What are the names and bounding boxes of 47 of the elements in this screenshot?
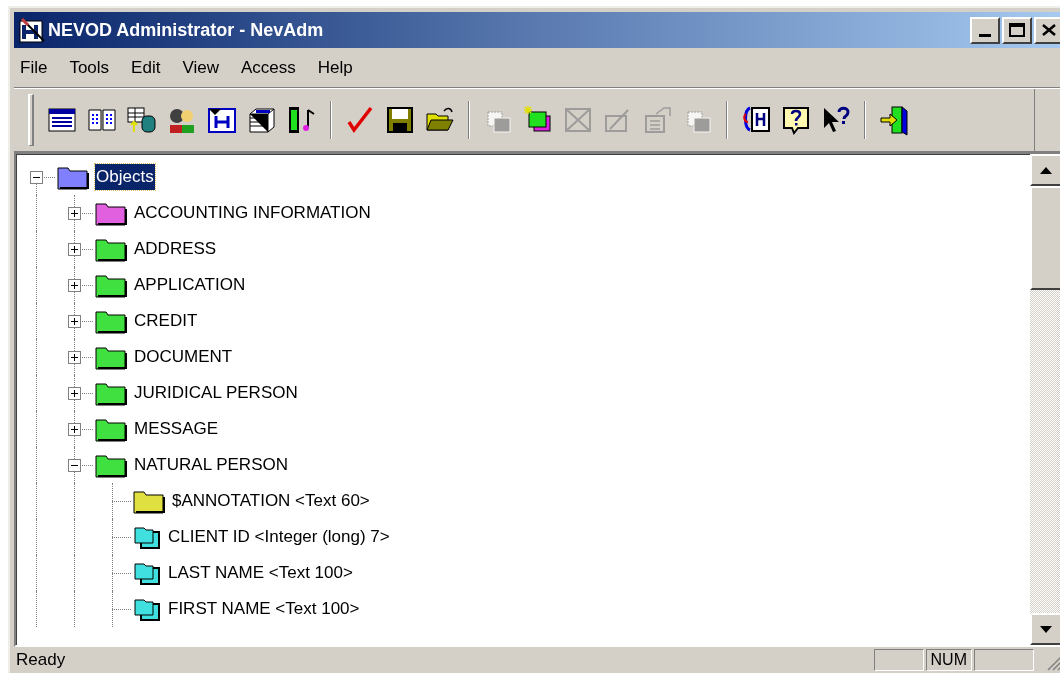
tree-item[interactable]: $ANNOTATION <Text 60>	[171, 488, 371, 514]
menu-item[interactable]: Access	[240, 54, 296, 81]
scrollbar[interactable]	[1030, 154, 1060, 645]
tree-item[interactable]: LAST NAME <Text 100>	[167, 560, 354, 586]
tree-item[interactable]: FIRST NAME <Text 100>	[167, 596, 361, 622]
minimize-icon	[979, 33, 991, 37]
menu-item[interactable]: View	[182, 54, 219, 81]
expand-toggle[interactable]	[67, 242, 81, 256]
expand-toggle[interactable]	[67, 350, 81, 364]
down-arrow-icon	[1040, 625, 1052, 633]
up-arrow-icon	[1040, 166, 1052, 174]
menu-item[interactable]: Edit	[131, 54, 161, 81]
tree-item[interactable]: CREDIT	[133, 308, 199, 334]
close-icon	[1042, 24, 1056, 36]
menu-item[interactable]: File	[20, 54, 48, 81]
collapse-toggle[interactable]	[67, 458, 81, 472]
window-title: NEVOD Administrator - NevAdm	[48, 18, 324, 42]
maximize-button[interactable]	[1002, 16, 1032, 44]
app-icon	[18, 16, 46, 44]
status-pane	[873, 649, 924, 671]
expand-toggle[interactable]	[67, 386, 81, 400]
expand-toggle[interactable]	[67, 278, 81, 292]
status-pane	[974, 649, 1034, 671]
tree-item[interactable]: ACCOUNTING INFORMATION	[133, 200, 372, 226]
toolbar-grip[interactable]	[28, 94, 34, 146]
status-indicator: NUM	[925, 649, 972, 671]
close-button[interactable]	[1034, 16, 1060, 44]
menu-item[interactable]: Help	[317, 54, 353, 81]
tree-item[interactable]: CLIENT ID <Integer (long) 7>	[167, 524, 391, 550]
tree-item[interactable]: APPLICATION	[133, 272, 247, 298]
status-message: Ready	[15, 649, 67, 672]
scroll-up-button[interactable]	[1030, 154, 1060, 186]
menu-item[interactable]: Tools	[69, 54, 110, 81]
scroll-thumb[interactable]	[1030, 186, 1060, 290]
tree-item[interactable]: NATURAL PERSON	[133, 452, 289, 478]
scroll-down-button[interactable]	[1030, 613, 1060, 645]
expand-toggle[interactable]	[67, 314, 81, 328]
collapse-toggle[interactable]	[29, 170, 43, 184]
maximize-icon	[1009, 23, 1025, 37]
expand-toggle[interactable]	[67, 422, 81, 436]
minimize-button[interactable]	[970, 16, 1000, 44]
expand-toggle[interactable]	[67, 206, 81, 220]
tree-item[interactable]: DOCUMENT	[133, 344, 234, 370]
tree-item[interactable]: Objects	[95, 164, 155, 190]
tree-item[interactable]: JURIDICAL PERSON	[133, 380, 299, 406]
tree-item[interactable]: MESSAGE	[133, 416, 220, 442]
tree-item[interactable]: ADDRESS	[133, 236, 218, 262]
